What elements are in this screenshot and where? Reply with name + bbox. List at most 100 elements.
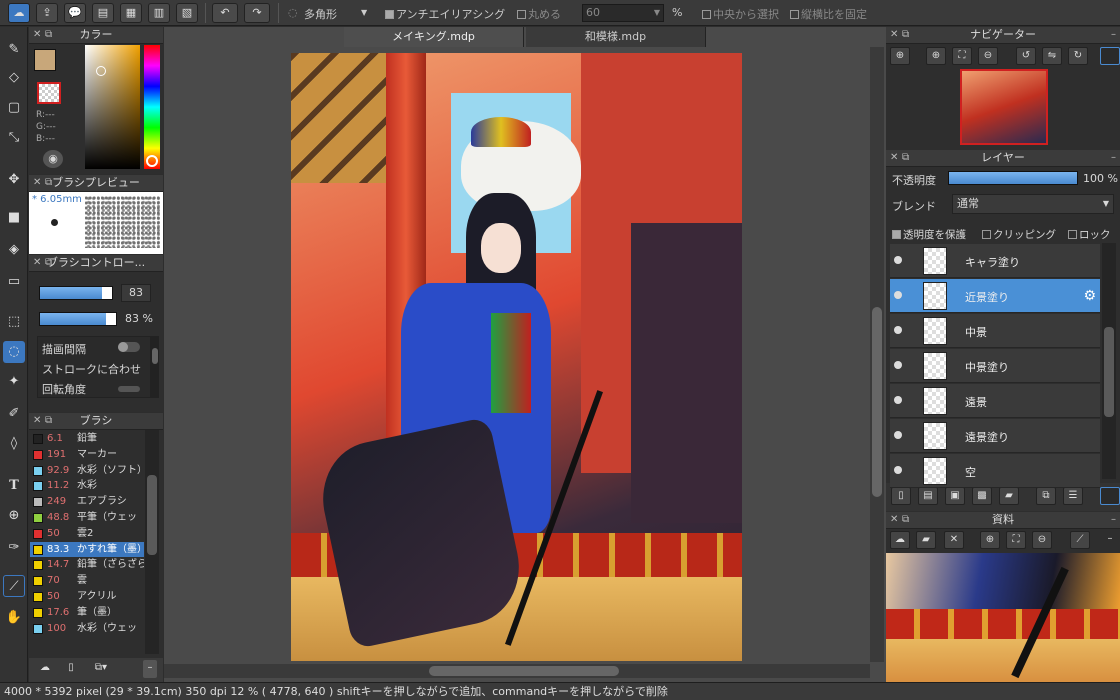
select-eraser-tool-icon[interactable]: ◊ (3, 433, 25, 455)
visibility-icon[interactable] (894, 361, 902, 369)
tab-wamoyou-mdp[interactable]: 和模様.mdp (526, 27, 706, 47)
layer-toggle[interactable] (1100, 487, 1120, 505)
layer-opacity-slider[interactable] (948, 171, 1078, 185)
navigator-thumbnail[interactable] (960, 69, 1048, 145)
brush-item[interactable]: 50 雲2 (30, 526, 144, 542)
collapse-icon[interactable]: – (143, 660, 157, 678)
artwork-canvas[interactable] (291, 53, 742, 661)
close-icon[interactable]: ✕ (33, 255, 41, 271)
foreground-color-swatch[interactable] (34, 49, 56, 71)
visibility-icon[interactable] (894, 396, 902, 404)
brush-item[interactable]: 50 アクリル (30, 589, 144, 605)
grid-icon[interactable]: ▧ (176, 3, 198, 23)
popout-icon[interactable]: ⧉ (45, 255, 52, 271)
duplicate-layer-icon[interactable]: ⧉ (1036, 487, 1056, 505)
magic-wand-tool-icon[interactable]: ✦ (3, 371, 25, 393)
hue-slider-handle[interactable] (146, 155, 158, 167)
brush-item[interactable]: 191 マーカー (30, 447, 144, 463)
close-material-icon[interactable]: ✕ (944, 531, 964, 549)
fit-icon[interactable]: ⛶ (1006, 531, 1026, 549)
zoom-in-icon[interactable]: ⊕ (980, 531, 1000, 549)
cloud-brush-icon[interactable]: ☁ (35, 660, 55, 678)
zoom-out-icon[interactable]: ⊖ (1032, 531, 1052, 549)
brush-opacity-slider[interactable] (39, 312, 117, 326)
spacing-toggle[interactable] (118, 342, 140, 352)
line-tool-icon[interactable]: ⤡ (3, 127, 25, 149)
text-tool-icon[interactable]: T (3, 475, 25, 497)
document-icon[interactable]: ▦ (120, 3, 142, 23)
select-pen-tool-icon[interactable]: ✐ (3, 403, 25, 425)
brush-item[interactable]: 92.9 水彩（ソフト） (30, 463, 144, 479)
visibility-icon[interactable] (894, 466, 902, 474)
fill-rect-tool-icon[interactable]: ■ (3, 207, 25, 229)
brush-item[interactable]: 11.2 水彩 (30, 478, 144, 494)
rotate-right-icon[interactable]: ↻ (1068, 47, 1088, 65)
layer-list-scrollbar[interactable] (1102, 243, 1116, 479)
eyedropper-icon[interactable]: ⟋ (1070, 531, 1090, 549)
close-icon[interactable]: ✕ (890, 150, 898, 166)
popout-icon[interactable]: ⧉ (45, 175, 52, 191)
fix-ratio-checkbox[interactable]: 縦横比を固定 (790, 6, 867, 22)
background-color-swatch[interactable] (37, 82, 61, 104)
shape-select[interactable]: 多角形 (304, 6, 337, 22)
brush-item[interactable]: 249 エアブラシ (30, 494, 144, 510)
zoom-in-icon-2[interactable]: ⊕ (926, 47, 946, 65)
popout-icon[interactable]: ⧉ (45, 27, 52, 43)
popout-icon[interactable]: ⧉ (45, 413, 52, 429)
visibility-icon[interactable] (894, 291, 902, 299)
brush-item[interactable]: 100 水彩（ウェッ (30, 621, 144, 637)
antialias-checkbox[interactable]: アンチエイリアシング (385, 6, 505, 22)
brush-item[interactable]: 48.8 平筆（ウェッ (30, 510, 144, 526)
cloud-icon[interactable]: ☁ (890, 531, 910, 549)
close-icon[interactable]: ✕ (890, 27, 898, 43)
brush-item[interactable]: 6.1 鉛筆 (30, 431, 144, 447)
eyedropper-tool-icon[interactable]: ⟋ (3, 575, 25, 597)
new-1bit-layer-icon[interactable]: ▩ (972, 487, 992, 505)
visibility-icon[interactable] (894, 326, 902, 334)
bucket-tool-icon[interactable]: ◈ (3, 239, 25, 261)
round-checkbox[interactable]: 丸める (517, 6, 561, 22)
rotation-toggle[interactable] (118, 386, 140, 392)
brush-size-value[interactable]: 83 (121, 284, 151, 302)
brush-list-scrollbar[interactable] (145, 430, 159, 654)
gradient-tool-icon[interactable]: ▭ (3, 271, 25, 293)
canvas-h-scrollbar[interactable] (164, 664, 870, 678)
brush-size-slider[interactable] (39, 286, 113, 300)
redo-icon[interactable]: ↷ (244, 3, 270, 23)
blend-select[interactable]: 通常 ▼ (952, 194, 1114, 214)
layer-row[interactable]: 遠景 (890, 384, 1100, 418)
operation-tool-icon[interactable]: ⊕ (3, 505, 25, 527)
canvas-area[interactable]: メイキング.mdp 和模様.mdp (164, 27, 886, 682)
clipping-checkbox[interactable]: クリッピング (982, 227, 1056, 242)
new-folder-icon[interactable]: ▰ (999, 487, 1019, 505)
close-icon[interactable]: ✕ (33, 413, 41, 429)
popout-icon[interactable]: ⧉ (902, 150, 909, 166)
lock-checkbox[interactable]: ロック (1068, 227, 1111, 242)
close-icon[interactable]: ✕ (33, 175, 41, 191)
pen-tool-icon[interactable]: ✑ (3, 537, 25, 559)
popout-icon[interactable]: ⧉ (902, 512, 909, 528)
layer-menu-icon[interactable]: ☰ (1063, 487, 1083, 505)
visibility-icon[interactable] (894, 256, 902, 264)
tab-making-mdp[interactable]: メイキング.mdp (344, 27, 524, 47)
flip-icon[interactable]: ⇋ (1042, 47, 1062, 65)
round-value-input[interactable]: 60 ▼ (582, 4, 664, 22)
zoom-out-icon[interactable]: ⊖ (978, 47, 998, 65)
eraser-tool-icon[interactable]: ◇ (3, 67, 25, 89)
chat-icon[interactable]: 💬 (64, 3, 86, 23)
zoom-in-icon[interactable]: ⊕ (890, 47, 910, 65)
panel-layout-icon[interactable]: ▥ (148, 3, 170, 23)
layer-row[interactable]: キャラ塗り (890, 244, 1100, 278)
color-picker-cursor[interactable] (96, 66, 106, 76)
palette-icon[interactable]: ◉ (43, 150, 63, 168)
move-tool-icon[interactable]: ✥ (3, 169, 25, 191)
visibility-icon[interactable] (894, 431, 902, 439)
layer-row[interactable]: 中景 (890, 314, 1100, 348)
protect-alpha-checkbox[interactable]: 透明度を保護 (892, 227, 966, 242)
minimize-icon[interactable]: – (1111, 512, 1116, 528)
app-logo-icon[interactable]: ☁ (8, 3, 30, 23)
lasso-tool-icon[interactable]: ◌ (3, 341, 25, 363)
undo-icon[interactable]: ↶ (212, 3, 238, 23)
hand-tool-icon[interactable]: ✋ (3, 607, 25, 629)
minimize-icon[interactable]: – (1111, 27, 1116, 43)
